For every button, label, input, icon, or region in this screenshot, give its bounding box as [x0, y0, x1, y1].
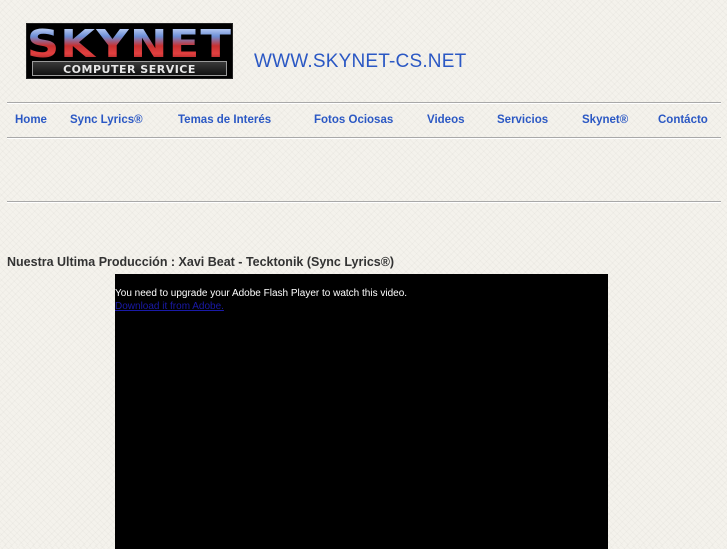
- nav-servicios[interactable]: Servicios: [497, 112, 548, 128]
- nav-sync-lyrics[interactable]: Sync Lyrics®: [70, 112, 143, 128]
- flash-upgrade-message: You need to upgrade your Adobe Flash Pla…: [115, 288, 408, 299]
- divider-top: [7, 102, 721, 104]
- site-url: WWW.SKYNET-CS.NET: [254, 51, 467, 72]
- nav-home[interactable]: Home: [15, 112, 47, 128]
- divider-content: [7, 201, 721, 203]
- skynet-logo[interactable]: SKYNET COMPUTER SERVICE: [26, 23, 233, 79]
- divider-nav-bottom: [7, 137, 721, 139]
- logo-wordmark: SKYNET: [27, 25, 232, 63]
- nav-fotos-ociosas[interactable]: Fotos Ociosas: [314, 112, 393, 128]
- nav-skynet[interactable]: Skynet®: [582, 112, 628, 128]
- latest-production-heading: Nuestra Ultima Producción : Xavi Beat - …: [7, 255, 395, 269]
- logo-tagline: COMPUTER SERVICE: [32, 61, 227, 76]
- nav-videos[interactable]: Videos: [427, 112, 465, 128]
- nav-temas-de-interes[interactable]: Temas de Interés: [178, 112, 271, 128]
- main-nav: Home Sync Lyrics® Temas de Interés Fotos…: [0, 112, 727, 128]
- nav-contacto[interactable]: Contácto: [658, 112, 708, 128]
- flash-video-player[interactable]: You need to upgrade your Adobe Flash Pla…: [115, 274, 608, 549]
- adobe-download-link[interactable]: Download it from Adobe.: [115, 301, 224, 313]
